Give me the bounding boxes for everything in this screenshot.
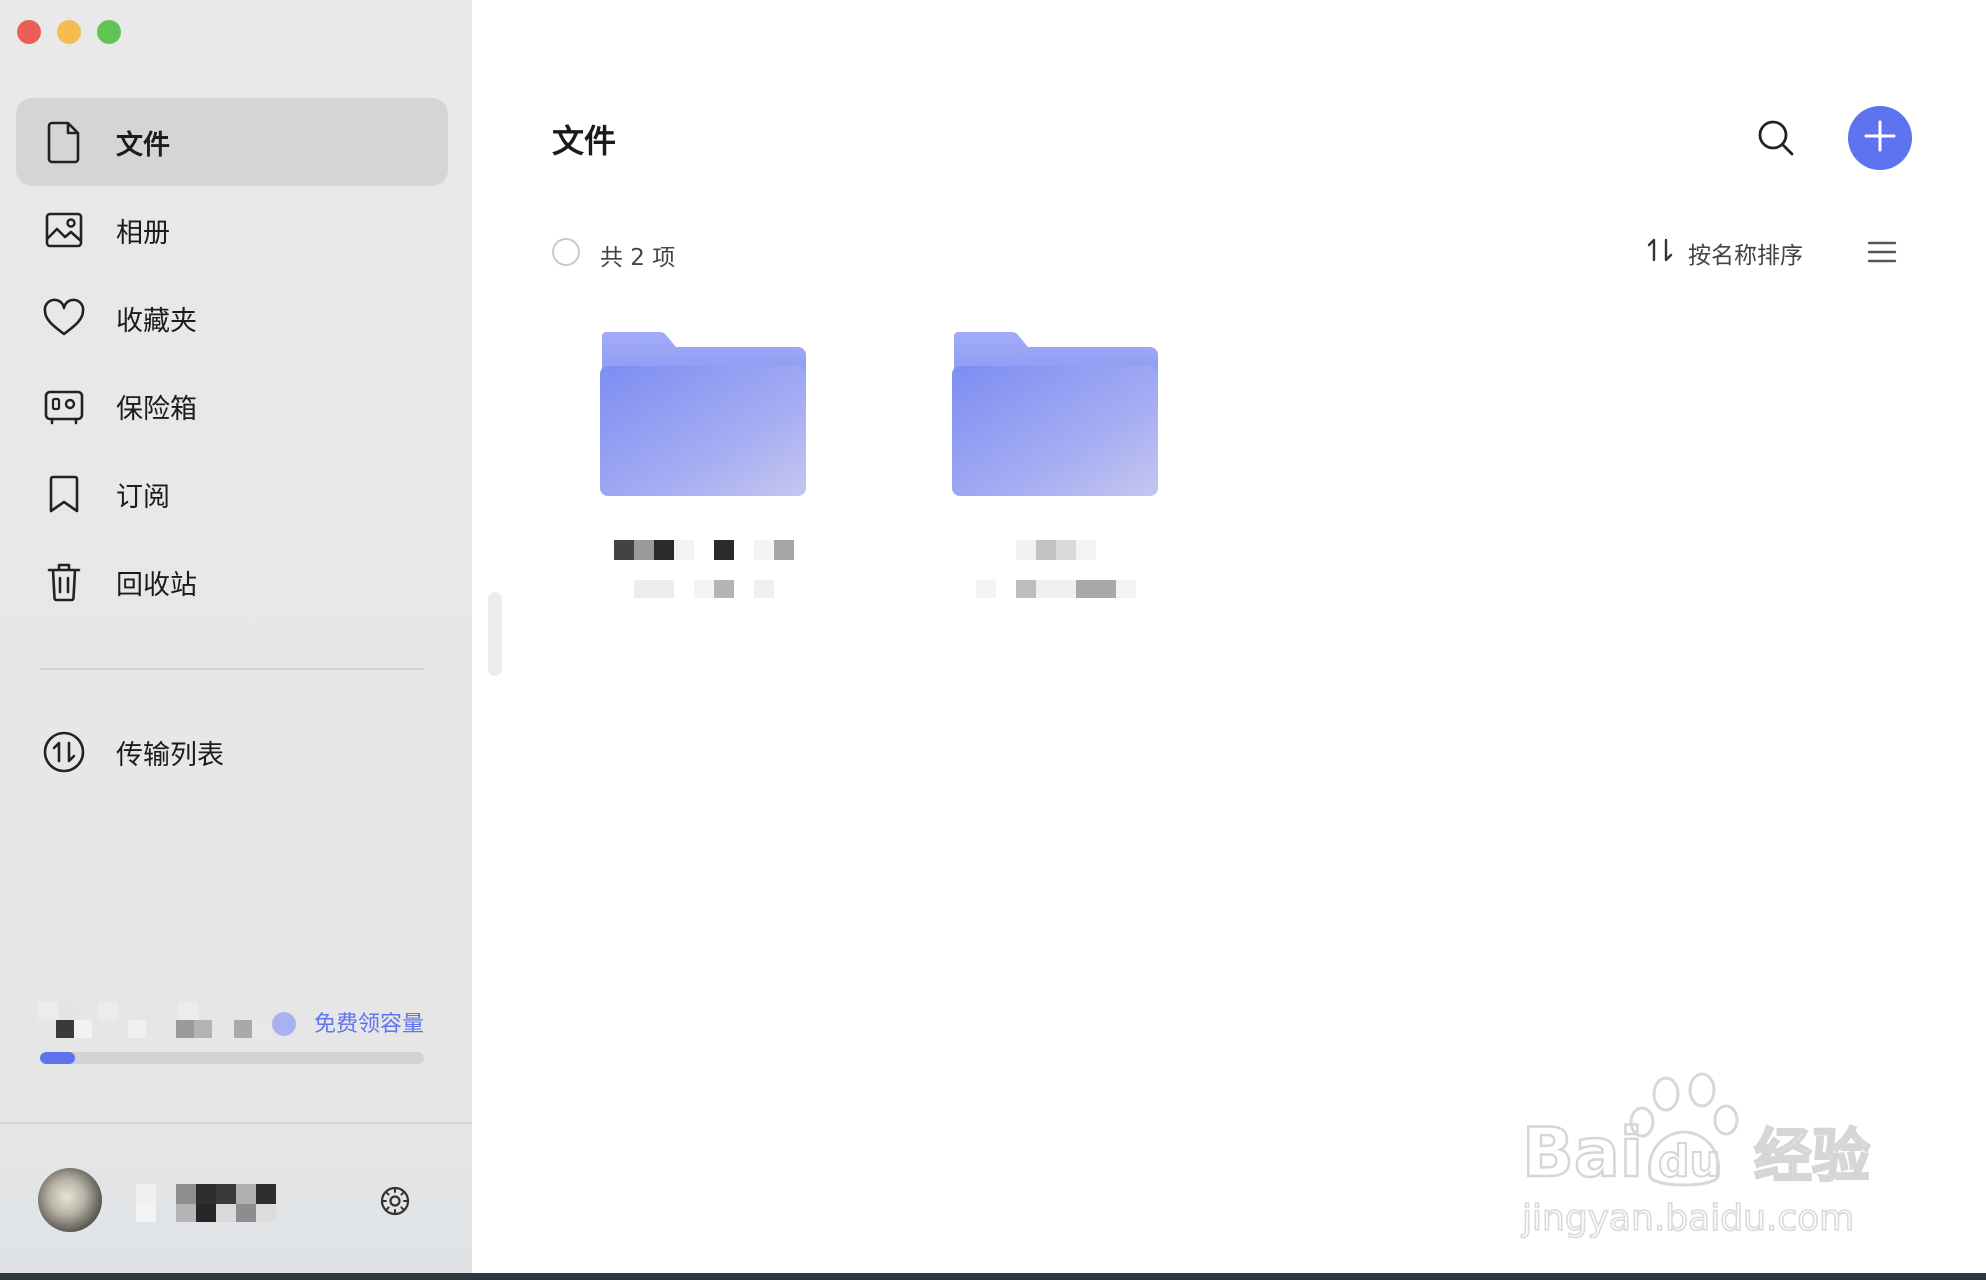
maximize-window-button[interactable] (97, 20, 121, 44)
sidebar: 文件 相册 收藏夹 保险箱 订阅 回收站 传输列表 免费领容量 (0, 0, 472, 1273)
window-controls (17, 20, 121, 44)
avatar[interactable] (38, 1168, 102, 1232)
svg-text:经验: 经验 (1754, 1122, 1870, 1190)
sidebar-item-favorites[interactable]: 收藏夹 (16, 274, 448, 362)
sidebar-divider (40, 668, 424, 670)
plus-icon (1863, 119, 1897, 157)
sidebar-item-label: 传输列表 (116, 739, 224, 771)
select-all-checkbox[interactable] (552, 238, 580, 266)
sidebar-item-label: 相册 (116, 217, 170, 249)
sidebar-item-label: 文件 (116, 129, 170, 161)
sidebar-item-safe[interactable]: 保险箱 (16, 362, 448, 450)
sidebar-resize-handle[interactable] (488, 592, 502, 676)
bookmark-icon (42, 472, 86, 516)
sidebar-item-transfers[interactable]: 传输列表 (16, 708, 448, 796)
app-window: 文件 相册 收藏夹 保险箱 订阅 回收站 传输列表 免费领容量 文件 共 2 项… (0, 0, 1986, 1273)
folder-item[interactable] (598, 328, 808, 608)
sidebar-item-label: 回收站 (116, 569, 197, 601)
photo-album-icon (42, 208, 86, 252)
sort-arrows-icon (1646, 237, 1674, 269)
folder-icon (952, 332, 1158, 496)
claim-storage-link[interactable]: 免费领容量 (314, 1006, 424, 1038)
page-title: 文件 (552, 122, 617, 160)
list-view-icon[interactable] (1866, 240, 1898, 264)
sort-label: 按名称排序 (1688, 243, 1803, 269)
sidebar-item-transfers-wrap: 传输列表 (16, 708, 448, 796)
baidu-jingyan-watermark: Bai du 经验 jingyan.baidu.com (1520, 1072, 1871, 1240)
heart-icon (42, 296, 86, 340)
sidebar-nav: 文件 相册 收藏夹 保险箱 订阅 回收站 (16, 98, 448, 626)
minimize-window-button[interactable] (57, 20, 81, 44)
add-button[interactable] (1848, 106, 1912, 170)
item-count: 共 2 项 (600, 245, 676, 271)
trash-icon (42, 560, 86, 604)
folder-name-redacted (976, 540, 1136, 598)
search-icon[interactable] (1754, 116, 1798, 160)
svg-text:jingyan.baidu.com: jingyan.baidu.com (1521, 1198, 1854, 1239)
svg-text:Bai: Bai (1522, 1114, 1643, 1193)
username-redacted (136, 1184, 276, 1222)
storage-progress-fill (40, 1052, 75, 1064)
sidebar-item-files[interactable]: 文件 (16, 98, 448, 186)
sidebar-item-label: 收藏夹 (116, 305, 197, 337)
close-window-button[interactable] (17, 20, 41, 44)
storage-info-redacted (38, 1002, 296, 1038)
safe-icon (42, 384, 86, 428)
folder-name-redacted (614, 540, 794, 598)
file-icon (42, 120, 86, 164)
sidebar-item-label: 订阅 (116, 481, 170, 513)
sidebar-item-subscriptions[interactable]: 订阅 (16, 450, 448, 538)
folder-icon (600, 332, 806, 496)
sidebar-item-label: 保险箱 (116, 393, 197, 425)
sort-button[interactable]: 按名称排序 (1646, 236, 1803, 270)
sidebar-item-trash[interactable]: 回收站 (16, 538, 448, 626)
sidebar-item-photos[interactable]: 相册 (16, 186, 448, 274)
transfer-icon (42, 730, 86, 774)
svg-text:du: du (1658, 1136, 1721, 1187)
storage-progress-bar (40, 1052, 424, 1064)
sidebar-footer-divider (0, 1122, 472, 1124)
folder-item[interactable] (950, 328, 1160, 608)
gear-icon[interactable] (378, 1184, 412, 1218)
